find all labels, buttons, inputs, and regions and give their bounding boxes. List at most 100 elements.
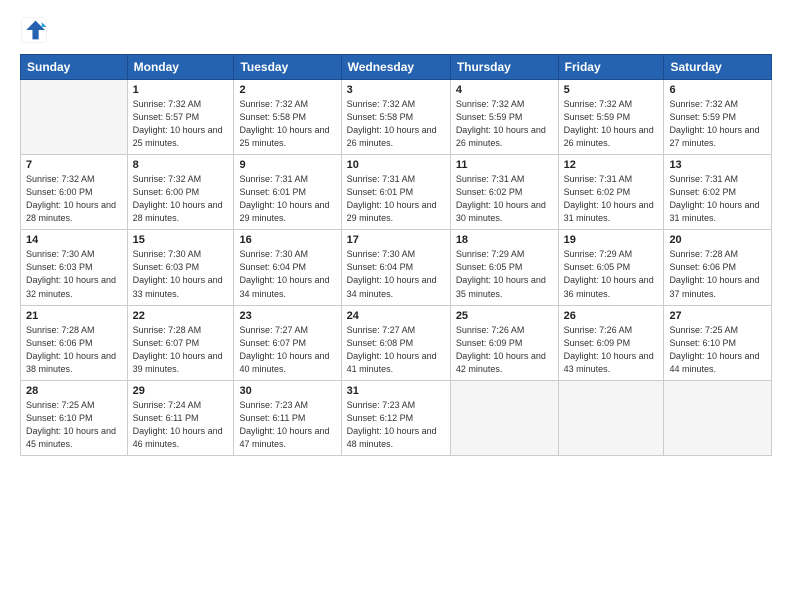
col-header-monday: Monday: [127, 55, 234, 80]
calendar-cell: 15 Sunrise: 7:30 AMSunset: 6:03 PMDayligh…: [127, 230, 234, 305]
logo-area: [20, 16, 52, 44]
day-number: 23: [239, 310, 335, 322]
calendar-cell: 2Sunrise: 7:32 AMSunset: 5:58 PMDaylight…: [234, 80, 341, 155]
col-header-wednesday: Wednesday: [341, 55, 450, 80]
day-info: Sunrise: 7:30 AMSunset: 6:03 PMDaylight:…: [133, 248, 229, 300]
calendar-cell: 24 Sunrise: 7:27 AMSunset: 6:08 PMDayligh…: [341, 305, 450, 380]
calendar-cell: 7 Sunrise: 7:32 AMSunset: 6:00 PMDaylight…: [21, 155, 128, 230]
calendar-cell: 1 Sunrise: 7:32 AMSunset: 5:57 PMDaylight…: [127, 80, 234, 155]
day-number: 12: [564, 159, 659, 171]
day-info: Sunrise: 7:32 AMSunset: 6:00 PMDaylight:…: [26, 173, 122, 225]
day-number: 20: [669, 234, 766, 246]
day-number: 17: [347, 234, 445, 246]
day-number: 8: [133, 159, 229, 171]
day-info: Sunrise: 7:27 AMSunset: 6:08 PMDaylight:…: [347, 324, 445, 376]
week-row-2: 7 Sunrise: 7:32 AMSunset: 6:00 PMDaylight…: [21, 155, 772, 230]
day-number: 6: [669, 84, 766, 96]
calendar-cell: 8 Sunrise: 7:32 AMSunset: 6:00 PMDaylight…: [127, 155, 234, 230]
day-info: Sunrise: 7:25 AMSunset: 6:10 PMDaylight:…: [26, 399, 122, 451]
day-number: 24: [347, 310, 445, 322]
day-info: Sunrise: 7:31 AMSunset: 6:02 PMDaylight:…: [456, 173, 553, 225]
day-info: Sunrise: 7:29 AMSunset: 6:05 PMDaylight:…: [564, 248, 659, 300]
day-info: Sunrise: 7:27 AMSunset: 6:07 PMDaylight:…: [239, 324, 335, 376]
day-number: 5: [564, 84, 659, 96]
calendar-cell: 4 Sunrise: 7:32 AMSunset: 5:59 PMDaylight…: [450, 80, 558, 155]
week-row-5: 28Sunrise: 7:25 AMSunset: 6:10 PMDayligh…: [21, 380, 772, 455]
calendar-cell: 29Sunrise: 7:24 AMSunset: 6:11 PMDayligh…: [127, 380, 234, 455]
day-number: 15: [133, 234, 229, 246]
calendar-cell: 14 Sunrise: 7:30 AMSunset: 6:03 PMDayligh…: [21, 230, 128, 305]
day-number: 4: [456, 84, 553, 96]
day-info: Sunrise: 7:31 AMSunset: 6:02 PMDaylight:…: [669, 173, 766, 225]
day-number: 27: [669, 310, 766, 322]
day-info: Sunrise: 7:30 AMSunset: 6:04 PMDaylight:…: [347, 248, 445, 300]
day-info: Sunrise: 7:32 AMSunset: 5:59 PMDaylight:…: [456, 98, 553, 150]
day-info: Sunrise: 7:28 AMSunset: 6:06 PMDaylight:…: [26, 324, 122, 376]
calendar-cell: 16Sunrise: 7:30 AMSunset: 6:04 PMDayligh…: [234, 230, 341, 305]
day-info: Sunrise: 7:26 AMSunset: 6:09 PMDaylight:…: [456, 324, 553, 376]
calendar-cell: 22 Sunrise: 7:28 AMSunset: 6:07 PMDayligh…: [127, 305, 234, 380]
day-number: 14: [26, 234, 122, 246]
day-number: 13: [669, 159, 766, 171]
calendar-header-row: SundayMondayTuesdayWednesdayThursdayFrid…: [21, 55, 772, 80]
day-info: Sunrise: 7:28 AMSunset: 6:07 PMDaylight:…: [133, 324, 229, 376]
day-info: Sunrise: 7:29 AMSunset: 6:05 PMDaylight:…: [456, 248, 553, 300]
calendar: SundayMondayTuesdayWednesdayThursdayFrid…: [20, 54, 772, 456]
day-number: 19: [564, 234, 659, 246]
calendar-cell: 31Sunrise: 7:23 AMSunset: 6:12 PMDayligh…: [341, 380, 450, 455]
calendar-cell: 19 Sunrise: 7:29 AMSunset: 6:05 PMDayligh…: [558, 230, 664, 305]
day-info: Sunrise: 7:26 AMSunset: 6:09 PMDaylight:…: [564, 324, 659, 376]
day-info: Sunrise: 7:32 AMSunset: 5:58 PMDaylight:…: [347, 98, 445, 150]
col-header-sunday: Sunday: [21, 55, 128, 80]
day-number: 7: [26, 159, 122, 171]
calendar-cell: 12Sunrise: 7:31 AMSunset: 6:02 PMDayligh…: [558, 155, 664, 230]
calendar-cell: [558, 380, 664, 455]
calendar-cell: 5 Sunrise: 7:32 AMSunset: 5:59 PMDaylight…: [558, 80, 664, 155]
day-info: Sunrise: 7:32 AMSunset: 5:58 PMDaylight:…: [239, 98, 335, 150]
col-header-saturday: Saturday: [664, 55, 772, 80]
calendar-cell: [664, 380, 772, 455]
day-number: 21: [26, 310, 122, 322]
page: SundayMondayTuesdayWednesdayThursdayFrid…: [0, 0, 792, 612]
calendar-cell: 23 Sunrise: 7:27 AMSunset: 6:07 PMDayligh…: [234, 305, 341, 380]
calendar-cell: 25Sunrise: 7:26 AMSunset: 6:09 PMDayligh…: [450, 305, 558, 380]
day-number: 16: [239, 234, 335, 246]
generalblue-logo-icon: [20, 16, 48, 44]
calendar-cell: 13 Sunrise: 7:31 AMSunset: 6:02 PMDayligh…: [664, 155, 772, 230]
calendar-cell: 11 Sunrise: 7:31 AMSunset: 6:02 PMDayligh…: [450, 155, 558, 230]
col-header-thursday: Thursday: [450, 55, 558, 80]
calendar-cell: [450, 380, 558, 455]
header: [20, 16, 772, 44]
calendar-cell: 3 Sunrise: 7:32 AMSunset: 5:58 PMDaylight…: [341, 80, 450, 155]
day-info: Sunrise: 7:23 AMSunset: 6:11 PMDaylight:…: [239, 399, 335, 451]
col-header-friday: Friday: [558, 55, 664, 80]
calendar-cell: [21, 80, 128, 155]
calendar-cell: 30Sunrise: 7:23 AMSunset: 6:11 PMDayligh…: [234, 380, 341, 455]
day-number: 22: [133, 310, 229, 322]
calendar-cell: 27Sunrise: 7:25 AMSunset: 6:10 PMDayligh…: [664, 305, 772, 380]
col-header-tuesday: Tuesday: [234, 55, 341, 80]
day-info: Sunrise: 7:30 AMSunset: 6:03 PMDaylight:…: [26, 248, 122, 300]
day-info: Sunrise: 7:31 AMSunset: 6:01 PMDaylight:…: [347, 173, 445, 225]
calendar-cell: 10 Sunrise: 7:31 AMSunset: 6:01 PMDayligh…: [341, 155, 450, 230]
calendar-cell: 9Sunrise: 7:31 AMSunset: 6:01 PMDaylight…: [234, 155, 341, 230]
week-row-1: 1 Sunrise: 7:32 AMSunset: 5:57 PMDaylight…: [21, 80, 772, 155]
day-number: 3: [347, 84, 445, 96]
calendar-cell: 26Sunrise: 7:26 AMSunset: 6:09 PMDayligh…: [558, 305, 664, 380]
week-row-4: 21 Sunrise: 7:28 AMSunset: 6:06 PMDayligh…: [21, 305, 772, 380]
calendar-cell: 18 Sunrise: 7:29 AMSunset: 6:05 PMDayligh…: [450, 230, 558, 305]
day-number: 11: [456, 159, 553, 171]
calendar-cell: 6Sunrise: 7:32 AMSunset: 5:59 PMDaylight…: [664, 80, 772, 155]
calendar-cell: 21 Sunrise: 7:28 AMSunset: 6:06 PMDayligh…: [21, 305, 128, 380]
day-number: 31: [347, 385, 445, 397]
day-info: Sunrise: 7:28 AMSunset: 6:06 PMDaylight:…: [669, 248, 766, 300]
day-number: 1: [133, 84, 229, 96]
calendar-cell: 28Sunrise: 7:25 AMSunset: 6:10 PMDayligh…: [21, 380, 128, 455]
calendar-cell: 20 Sunrise: 7:28 AMSunset: 6:06 PMDayligh…: [664, 230, 772, 305]
day-info: Sunrise: 7:32 AMSunset: 5:57 PMDaylight:…: [133, 98, 229, 150]
calendar-cell: 17 Sunrise: 7:30 AMSunset: 6:04 PMDayligh…: [341, 230, 450, 305]
day-number: 18: [456, 234, 553, 246]
day-number: 10: [347, 159, 445, 171]
day-info: Sunrise: 7:32 AMSunset: 6:00 PMDaylight:…: [133, 173, 229, 225]
day-info: Sunrise: 7:32 AMSunset: 5:59 PMDaylight:…: [564, 98, 659, 150]
